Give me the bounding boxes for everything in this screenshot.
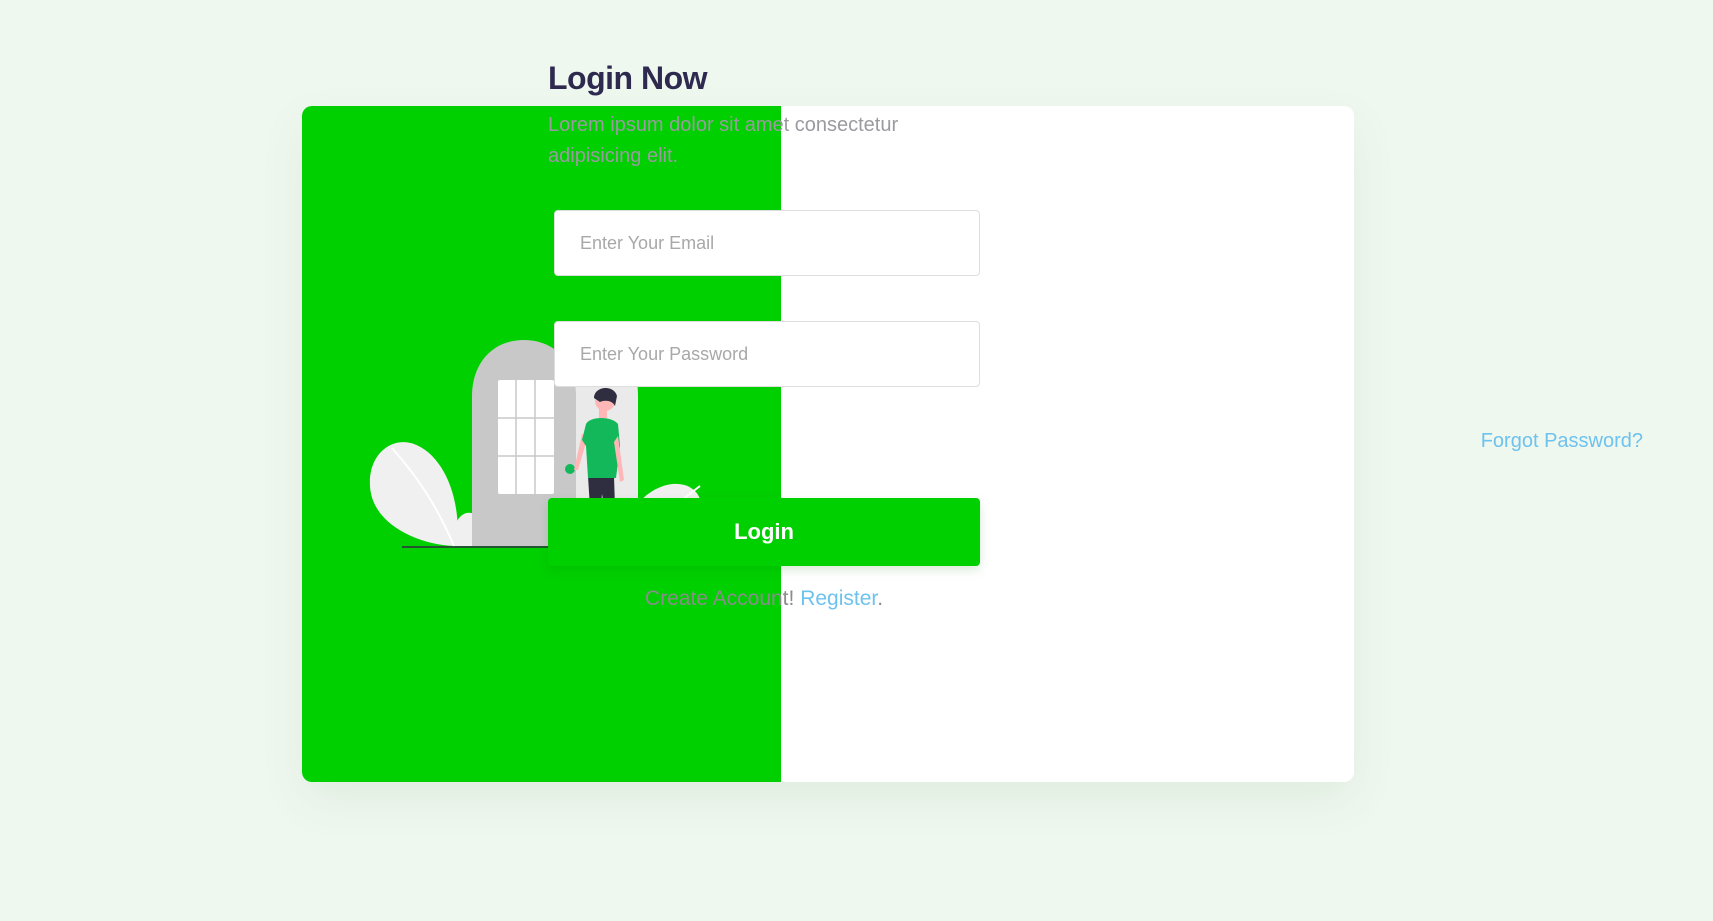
illustration-panel <box>302 106 781 782</box>
password-field[interactable] <box>554 321 980 387</box>
login-card <box>302 106 1354 782</box>
page-subtitle: Lorem ipsum dolor sit amet consectetur a… <box>548 114 899 167</box>
page-title: Login Now <box>548 60 708 96</box>
register-link[interactable]: Register <box>800 587 877 610</box>
forgot-password-link[interactable]: Forgot Password? <box>1481 430 1643 453</box>
email-field[interactable] <box>554 210 980 276</box>
create-account-line: Create Account! Register. <box>548 587 980 611</box>
create-account-suffix: . <box>877 587 884 610</box>
login-button[interactable]: Login <box>548 498 980 566</box>
create-account-text: Create Account! <box>644 587 795 610</box>
